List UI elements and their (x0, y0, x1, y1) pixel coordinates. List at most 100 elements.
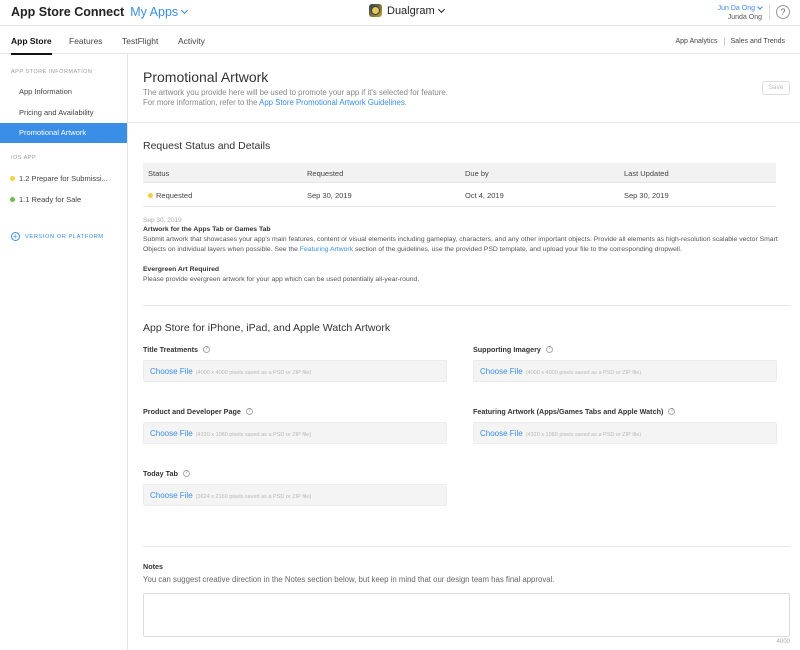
sidebar-section-ios-app: IOS APP (11, 155, 37, 161)
help-icon[interactable]: ? (776, 5, 790, 19)
guidelines-link[interactable]: App Store Promotional Artwork Guidelines (259, 98, 405, 107)
plus-icon: + (11, 232, 20, 241)
app-switcher[interactable]: Dualgram (369, 4, 445, 17)
sidebar: APP STORE INFORMATION App Information Pr… (0, 54, 128, 650)
note-title: Artwork for the Apps Tab or Games Tab (143, 226, 271, 233)
subtitle-text: . (404, 98, 407, 107)
file-hint: (4000 x 4000 pixels saved as a PSD or ZI… (195, 370, 312, 376)
help-icon[interactable]: ? (182, 470, 190, 477)
help-icon[interactable]: ? (245, 408, 253, 415)
status-cell: Requested (148, 191, 192, 200)
note-text: Submit artwork that showcases your app's… (143, 235, 783, 254)
help-icon[interactable]: ? (668, 408, 676, 415)
tab-features[interactable]: Features (69, 36, 103, 46)
page-title: Promotional Artwork (143, 69, 269, 85)
today-tab-dropwell[interactable]: Choose File (3624 x 2160 pixels saved as … (143, 484, 447, 506)
help-icon[interactable]: ? (545, 346, 553, 353)
add-version-label: VERSION OR PLATFORM (25, 233, 104, 240)
field-label-text: Product and Developer Page (143, 407, 241, 416)
subtitle-line: For more information, refer to the App S… (143, 98, 448, 108)
status-dot (10, 197, 15, 202)
subtitle-text: For more information, refer to the (143, 98, 260, 107)
product-page-dropwell[interactable]: Choose File (4320 x 1080 pixels saved as … (143, 422, 447, 444)
request-table: Status Requested Due by Last Updated Req… (143, 163, 776, 207)
tab-testflight[interactable]: TestFlight (122, 36, 158, 46)
divider (723, 37, 725, 46)
choose-file-button[interactable]: Choose File (480, 429, 523, 438)
user-menu[interactable]: Jun Da Ong Junda Ong (718, 4, 763, 22)
main-content: Promotional Artwork The artwork you prov… (128, 54, 800, 650)
app-analytics-link[interactable]: App Analytics (675, 38, 717, 45)
title-treatments-dropwell[interactable]: Choose File (4000 x 4000 pixels saved as … (143, 360, 447, 382)
brand-title[interactable]: App Store Connect (11, 5, 124, 19)
note-text: Please provide evergreen artwork for you… (143, 276, 420, 283)
sidebar-item-pricing[interactable]: Pricing and Availability (0, 103, 127, 123)
tab-activity[interactable]: Activity (178, 36, 205, 46)
app-name: Dualgram (387, 4, 435, 17)
save-button[interactable]: Save (762, 81, 790, 95)
sidebar-version-1-2[interactable]: 1.2 Prepare for Submissi... (0, 169, 127, 189)
app-icon (369, 4, 382, 17)
divider (769, 4, 770, 20)
field-label-text: Today Tab (143, 469, 178, 478)
featuring-artwork-dropwell[interactable]: Choose File (4320 x 1080 pixels saved as … (473, 422, 777, 444)
help-icon[interactable]: ? (203, 346, 210, 353)
version-label: 1.2 Prepare for Submissi... (19, 174, 108, 183)
character-count: 4000 (776, 639, 790, 645)
chevron-down-icon (437, 5, 445, 13)
field-label-text: Supporting Imagery (473, 345, 541, 354)
field-label: Featuring Artwork (Apps/Games Tabs and A… (473, 407, 676, 416)
add-version-button[interactable]: + VERSION OR PLATFORM (11, 232, 104, 241)
file-hint: (4320 x 1080 pixels saved as a PSD or ZI… (525, 432, 642, 438)
tab-app-store[interactable]: App Store (11, 36, 52, 55)
status-dot (148, 192, 153, 198)
table-header: Status Requested Due by Last Updated (143, 163, 776, 183)
field-label: Title Treatments? (143, 345, 210, 354)
note-date: Sep 30, 2019 (143, 217, 182, 224)
supporting-imagery-dropwell[interactable]: Choose File (4000 x 4000 pixels saved as … (473, 360, 777, 382)
sidebar-section-app-store-info: APP STORE INFORMATION (11, 69, 93, 75)
choose-file-button[interactable]: Choose File (480, 367, 523, 376)
sidebar-item-app-information[interactable]: App Information (0, 82, 127, 102)
divider (143, 305, 790, 306)
status-dot (10, 176, 15, 181)
chevron-down-icon (757, 4, 763, 10)
field-label-text: Title Treatments (143, 345, 198, 354)
page-subtitle: The artwork you provide here will be use… (143, 88, 448, 108)
file-hint: (4000 x 4000 pixels saved as a PSD or ZI… (525, 370, 642, 376)
choose-file-button[interactable]: Choose File (150, 367, 193, 376)
notes-title: Notes (143, 562, 163, 571)
field-label: Product and Developer Page? (143, 407, 253, 416)
field-label-text: Featuring Artwork (Apps/Games Tabs and A… (473, 407, 664, 416)
user-team: Junda Ong (727, 14, 762, 21)
column-header: Status (148, 169, 170, 178)
top-bar: App Store Connect My Apps Dualgram Jun D… (0, 0, 800, 26)
version-label: 1.1 Ready for Sale (19, 195, 82, 204)
file-hint: (3624 x 2160 pixels saved as a PSD or ZI… (195, 494, 312, 500)
sidebar-version-1-1[interactable]: 1.1 Ready for Sale (0, 190, 127, 210)
updated-cell: Sep 30, 2019 (624, 191, 669, 200)
notes-subtitle: You can suggest creative direction in th… (143, 575, 555, 584)
choose-file-button[interactable]: Choose File (150, 429, 193, 438)
column-header: Requested (307, 169, 344, 178)
choose-file-button[interactable]: Choose File (150, 491, 193, 500)
file-hint: (4320 x 1080 pixels saved as a PSD or ZI… (195, 432, 312, 438)
featuring-artwork-link[interactable]: Featuring Artwork (300, 246, 353, 253)
column-header: Due by (465, 169, 489, 178)
notes-textarea[interactable] (143, 593, 790, 637)
brand: App Store Connect My Apps (11, 5, 189, 19)
field-label: Today Tab? (143, 469, 190, 478)
chevron-down-icon (181, 6, 189, 15)
note-title: Evergreen Art Required (143, 266, 220, 273)
note-text-part: section of the guidelines, use the provi… (353, 245, 682, 253)
requested-cell: Sep 30, 2019 (307, 191, 352, 200)
subtitle-line: The artwork you provide here will be use… (143, 88, 448, 97)
sales-trends-link[interactable]: Sales and Trends (731, 38, 785, 45)
tab-bar: App Store Features TestFlight Activity A… (0, 26, 800, 55)
sidebar-item-promotional-artwork[interactable]: Promotional Artwork (0, 123, 127, 143)
table-row: Requested Sep 30, 2019 Oct 4, 2019 Sep 3… (143, 183, 776, 207)
status-text: Requested (156, 191, 193, 200)
my-apps-menu[interactable]: My Apps (130, 5, 189, 19)
divider (143, 546, 790, 547)
my-apps-label: My Apps (130, 5, 179, 19)
